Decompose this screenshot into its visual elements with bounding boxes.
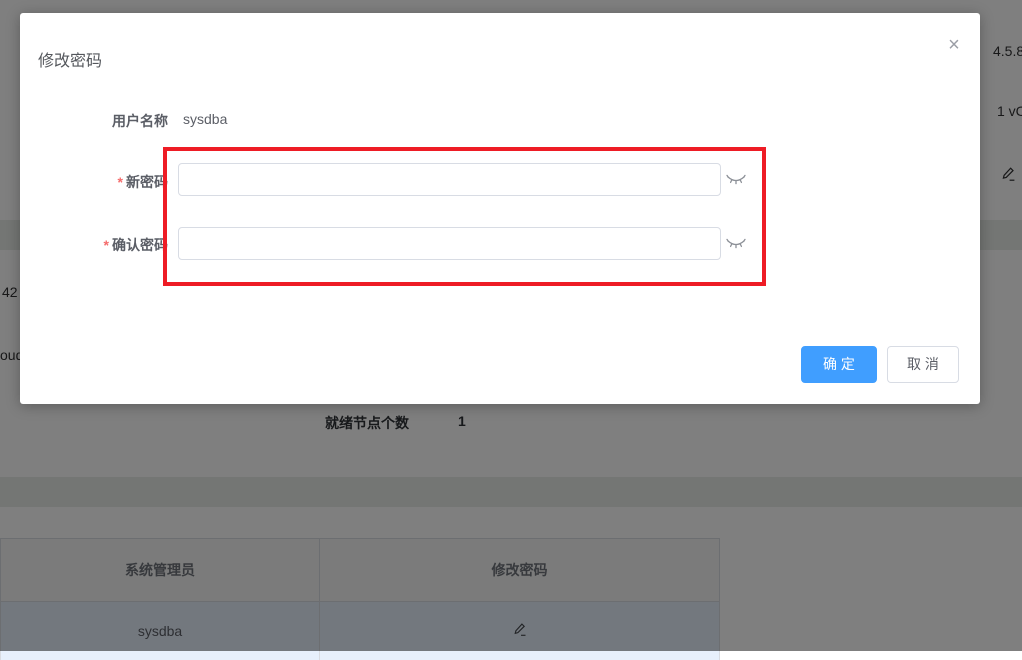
required-asterisk: * [104,237,109,253]
confirm-password-label: *确认密码 [20,235,168,255]
close-icon[interactable]: × [942,33,966,57]
eye-closed-icon[interactable] [726,237,746,252]
confirm-password-input[interactable] [178,227,721,260]
username-value: sysdba [183,111,227,127]
dialog-title: 修改密码 [38,47,102,71]
eye-closed-icon[interactable] [726,173,746,188]
change-password-dialog: 修改密码 × 用户名称 sysdba *新密码 *确认密码 [20,13,980,404]
new-password-label: *新密码 [20,172,168,192]
screen: { "modal": { "title": "修改密码", "close_ico… [0,0,1022,651]
new-password-input[interactable] [178,163,721,196]
cancel-button[interactable]: 取 消 [887,346,959,383]
required-asterisk: * [118,174,123,190]
username-label: 用户名称 [20,111,168,131]
confirm-button[interactable]: 确 定 [801,346,877,383]
